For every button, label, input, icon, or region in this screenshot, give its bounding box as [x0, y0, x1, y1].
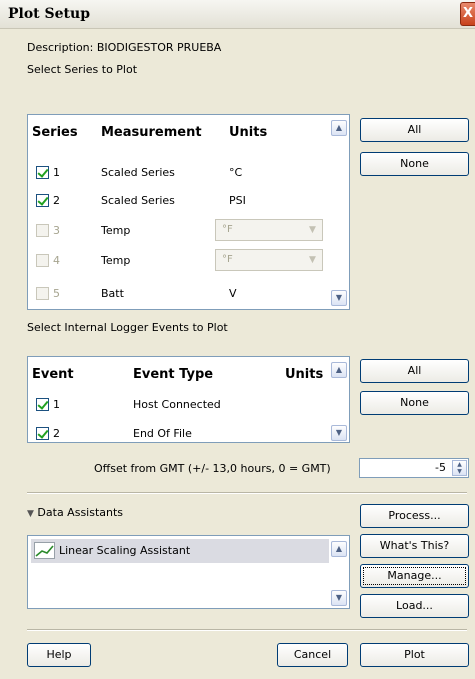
series-1-number: 1 — [53, 166, 60, 179]
load-button[interactable]: Load... — [360, 594, 469, 618]
select-events-label: Select Internal Logger Events to Plot — [27, 321, 228, 334]
description-label: Description: BIODIGESTOR PRUEBA — [27, 41, 222, 54]
events-none-button[interactable]: None — [360, 391, 469, 415]
close-button[interactable]: X — [460, 2, 475, 26]
scroll-up-button[interactable]: ▲ — [331, 120, 347, 136]
series-1-units: °C — [229, 166, 243, 179]
series-5-measurement: Batt — [101, 287, 124, 300]
series-1-checkbox[interactable] — [36, 166, 49, 179]
plot-button[interactable]: Plot — [360, 643, 469, 667]
series-1-measurement: Scaled Series — [101, 166, 175, 179]
series-3-measurement: Temp — [101, 224, 131, 237]
list-item[interactable]: Linear Scaling Assistant — [31, 539, 329, 563]
series-3-number: 3 — [53, 224, 60, 237]
series-all-button[interactable]: All — [360, 118, 469, 142]
measurement-col-header: Measurement — [101, 125, 202, 140]
series-5-number: 5 — [53, 287, 60, 300]
event-2-checkbox[interactable] — [36, 427, 49, 440]
assistants-scroll-up-button[interactable]: ▲ — [331, 541, 347, 557]
window-title: Plot Setup — [8, 6, 90, 22]
chart-icon — [34, 542, 55, 559]
series-2-number: 2 — [53, 194, 60, 207]
data-assistants-header[interactable]: ▼ Data Assistants — [27, 506, 123, 519]
event-col-header: Event — [32, 367, 74, 382]
help-button[interactable]: Help — [27, 643, 91, 667]
divider — [27, 492, 467, 494]
gmt-offset-spinner[interactable]: -5 ▲ ▼ — [359, 458, 469, 478]
event-2-number: 2 — [53, 427, 60, 440]
event-2-type: End Of File — [133, 427, 192, 440]
series-4-units-dropdown[interactable]: °F ▼ — [215, 249, 323, 271]
series-4-units: °F — [222, 254, 233, 265]
event-1-number: 1 — [53, 398, 60, 411]
event-type-col-header: Event Type — [133, 367, 214, 382]
spinner-arrows-icon[interactable]: ▲ ▼ — [452, 460, 467, 476]
assistants-list[interactable]: Linear Scaling Assistant ▲ ▼ — [27, 535, 350, 609]
series-list[interactable]: Series Measurement Units 1 Scaled Series… — [27, 114, 350, 310]
select-series-label: Select Series to Plot — [27, 63, 138, 76]
event-1-checkbox[interactable] — [36, 398, 49, 411]
event-1-type: Host Connected — [133, 398, 221, 411]
linear-scaling-assistant: Linear Scaling Assistant — [59, 544, 191, 557]
triangle-down-icon: ▼ — [27, 509, 34, 519]
series-5-units: V — [229, 287, 237, 300]
series-5-checkbox[interactable] — [36, 287, 49, 300]
manage-button[interactable]: Manage... — [360, 564, 469, 588]
event-units-col-header: Units — [285, 367, 324, 382]
chevron-down-icon: ▼ — [309, 225, 316, 235]
series-2-measurement: Scaled Series — [101, 194, 175, 207]
whats-this-button[interactable]: What's This? — [360, 534, 469, 558]
series-3-units: °F — [222, 224, 233, 235]
series-3-units-dropdown[interactable]: °F ▼ — [215, 219, 323, 241]
process-button[interactable]: Process... — [360, 504, 469, 528]
events-all-button[interactable]: All — [360, 359, 469, 383]
series-2-checkbox[interactable] — [36, 194, 49, 207]
series-4-measurement: Temp — [101, 254, 131, 267]
series-4-checkbox[interactable] — [36, 254, 49, 267]
gmt-offset-label: Offset from GMT (+/- 13,0 hours, 0 = GMT… — [94, 462, 331, 475]
footer-divider — [27, 629, 467, 631]
data-assistants-label: Data Assistants — [37, 506, 124, 519]
units-col-header: Units — [229, 125, 268, 140]
events-list[interactable]: Event Event Type Units 1 Host Connected … — [27, 356, 350, 443]
close-icon: X — [462, 6, 474, 21]
events-scroll-up-button[interactable]: ▲ — [331, 362, 347, 378]
assistants-scroll-down-button[interactable]: ▼ — [331, 590, 347, 606]
chevron-down-icon: ▼ — [309, 255, 316, 265]
series-4-number: 4 — [53, 254, 60, 267]
series-2-units: PSI — [229, 194, 246, 207]
title-bar: Plot Setup X — [0, 0, 475, 29]
gmt-offset-value: -5 — [435, 461, 446, 474]
events-scroll-down-button[interactable]: ▼ — [331, 425, 347, 441]
cancel-button[interactable]: Cancel — [277, 643, 348, 667]
series-3-checkbox[interactable] — [36, 224, 49, 237]
scroll-down-button[interactable]: ▼ — [331, 290, 347, 306]
series-none-button[interactable]: None — [360, 152, 469, 176]
series-col-header: Series — [32, 125, 78, 140]
